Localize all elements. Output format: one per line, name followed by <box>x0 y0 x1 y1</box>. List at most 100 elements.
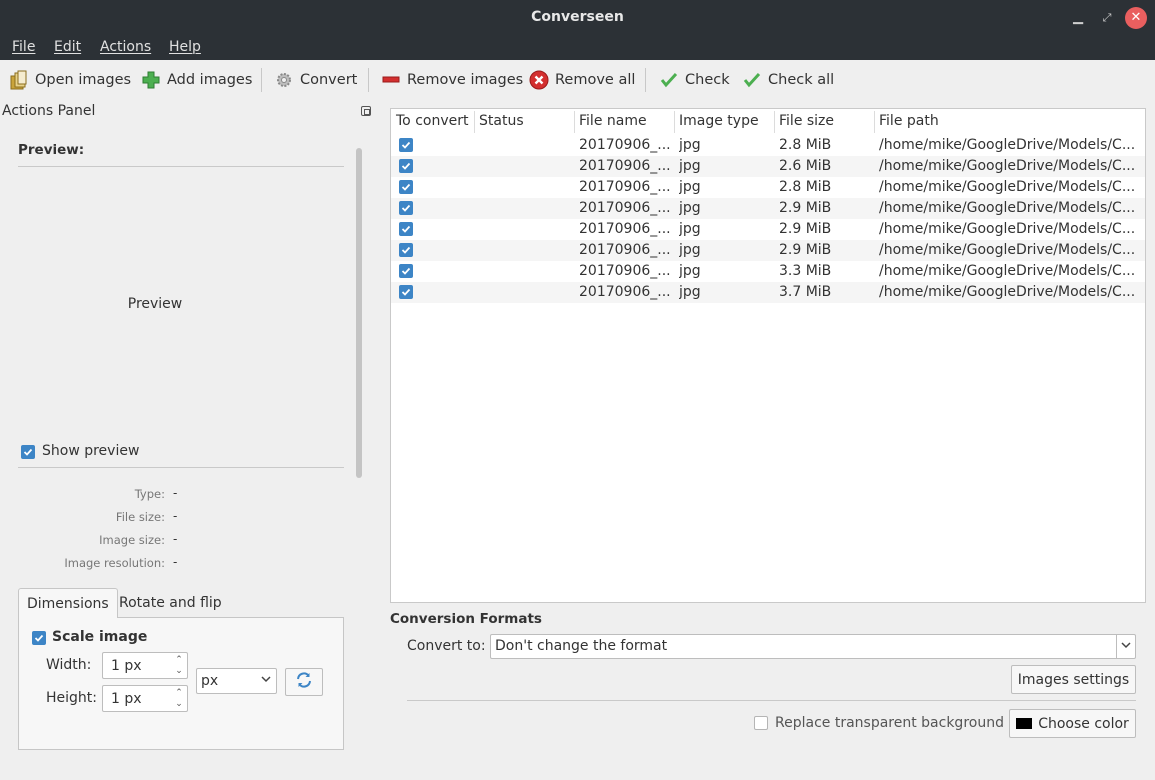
table-row[interactable]: 20170906_... jpg 2.6 MiB/home/mike/GoogleD… <box>391 156 1145 177</box>
replace-transparent-checkbox[interactable] <box>754 716 768 730</box>
open-images-button[interactable]: Open images <box>9 69 131 91</box>
file-path-cell: /home/mike/GoogleDrive/Models/C... <box>879 221 1136 237</box>
to-convert-checkbox[interactable] <box>399 159 413 173</box>
image-size-label: Image size: <box>99 533 165 547</box>
file-path-cell: /home/mike/GoogleDrive/Models/C... <box>879 263 1136 279</box>
table-row[interactable]: 20170906_... jpg 2.9 MiB/home/mike/GoogleD… <box>391 198 1145 219</box>
toolbar-separator <box>261 68 262 92</box>
convert-button[interactable]: Convert <box>274 69 357 91</box>
checkmark-icon <box>742 70 762 90</box>
convert-to-dropdown[interactable]: Don't change the format <box>490 634 1136 659</box>
menu-actions[interactable]: Actions <box>100 39 151 55</box>
divider <box>407 700 1136 701</box>
type-value: - <box>173 486 178 500</box>
to-convert-checkbox[interactable] <box>399 243 413 257</box>
menu-file[interactable]: File <box>12 39 35 55</box>
image-type-cell: jpg <box>679 179 701 195</box>
show-preview-label: Show preview <box>42 443 140 459</box>
spin-down-icon[interactable]: ⌄ <box>173 699 185 709</box>
add-images-label: Add images <box>167 72 253 88</box>
to-convert-checkbox[interactable] <box>399 264 413 278</box>
show-preview-checkbox[interactable] <box>21 445 35 459</box>
image-size-value: - <box>173 532 178 546</box>
convert-to-label: Convert to: <box>407 638 486 654</box>
table-row[interactable]: 20170906_... jpg 2.8 MiB/home/mike/GoogleD… <box>391 177 1145 198</box>
file-size-cell: 2.9 MiB <box>779 200 832 216</box>
column-divider <box>474 111 475 133</box>
image-type-cell: jpg <box>679 200 701 216</box>
replace-transparent-label: Replace transparent background <box>775 715 1004 731</box>
check-button[interactable]: Check <box>659 69 730 91</box>
table-row[interactable]: 20170906_... jpg 3.3 MiB/home/mike/GoogleD… <box>391 261 1145 282</box>
keep-aspect-button[interactable] <box>285 668 323 696</box>
column-image-type[interactable]: Image type <box>679 113 759 129</box>
file-name-cell: 20170906_... <box>579 158 671 174</box>
toolbar: Open images Add images Convert Remove im… <box>0 60 1155 100</box>
scale-image-checkbox[interactable] <box>32 631 46 645</box>
file-size-cell: 3.7 MiB <box>779 284 832 300</box>
width-value: 1 px <box>111 658 142 674</box>
image-resolution-label: Image resolution: <box>64 556 165 570</box>
table-row[interactable]: 20170906_... jpg 3.7 MiB/home/mike/GoogleD… <box>391 282 1145 303</box>
height-label: Height: <box>46 690 97 706</box>
maximize-icon[interactable]: ⤢ <box>1096 7 1118 29</box>
file-path-cell: /home/mike/GoogleDrive/Models/C... <box>879 179 1136 195</box>
table-row[interactable]: 20170906_... jpg 2.9 MiB/home/mike/GoogleD… <box>391 240 1145 261</box>
column-status[interactable]: Status <box>479 113 524 129</box>
file-size-cell: 2.9 MiB <box>779 221 832 237</box>
column-file-size[interactable]: File size <box>779 113 834 129</box>
to-convert-checkbox[interactable] <box>399 285 413 299</box>
panel-scrollbar-thumb[interactable] <box>356 148 362 478</box>
window-title: Converseen <box>531 9 624 25</box>
color-swatch <box>1016 718 1033 729</box>
table-row[interactable]: 20170906_... jpg 2.9 MiB/home/mike/GoogleD… <box>391 219 1145 240</box>
spin-down-icon[interactable]: ⌄ <box>173 666 185 676</box>
tab-rotate-and-flip[interactable]: Rotate and flip <box>111 588 230 618</box>
to-convert-checkbox[interactable] <box>399 222 413 236</box>
image-type-cell: jpg <box>679 263 701 279</box>
table-row[interactable]: 20170906_... jpg 2.8 MiB/home/mike/GoogleD… <box>391 135 1145 156</box>
column-file-path[interactable]: File path <box>879 113 939 129</box>
preview-heading: Preview: <box>18 142 85 158</box>
unit-value: px <box>201 673 219 689</box>
images-settings-button[interactable]: Images settings <box>1011 665 1136 694</box>
type-label: Type: <box>134 487 165 501</box>
spin-up-icon[interactable]: ⌃ <box>173 655 185 665</box>
close-icon[interactable]: ✕ <box>1125 7 1147 29</box>
file-path-cell: /home/mike/GoogleDrive/Models/C... <box>879 158 1136 174</box>
remove-all-icon <box>529 70 549 90</box>
remove-images-label: Remove images <box>407 72 524 88</box>
unit-dropdown[interactable]: px <box>196 668 277 694</box>
file-path-cell: /home/mike/GoogleDrive/Models/C... <box>879 200 1136 216</box>
check-all-label: Check all <box>768 72 835 88</box>
file-path-cell: /home/mike/GoogleDrive/Models/C... <box>879 242 1136 258</box>
spin-up-icon[interactable]: ⌃ <box>173 688 185 698</box>
tab-dimensions[interactable]: Dimensions <box>18 588 118 618</box>
to-convert-checkbox[interactable] <box>399 180 413 194</box>
undock-icon[interactable] <box>361 106 371 116</box>
width-spinbox[interactable]: 1 px ⌃ ⌄ <box>102 652 188 679</box>
minimize-icon[interactable]: ▁ <box>1067 7 1089 29</box>
menu-bar: File Edit Actions Help <box>0 36 1155 60</box>
image-type-cell: jpg <box>679 158 701 174</box>
height-spinbox[interactable]: 1 px ⌃ ⌄ <box>102 685 188 712</box>
column-divider <box>774 111 775 133</box>
remove-images-button[interactable]: Remove images <box>381 69 523 91</box>
choose-color-button[interactable]: Choose color <box>1009 709 1136 738</box>
check-all-button[interactable]: Check all <box>742 69 834 91</box>
file-size-cell: 2.6 MiB <box>779 158 832 174</box>
menu-edit[interactable]: Edit <box>54 39 81 55</box>
to-convert-checkbox[interactable] <box>399 201 413 215</box>
file-name-cell: 20170906_... <box>579 221 671 237</box>
add-images-button[interactable]: Add images <box>141 69 252 91</box>
menu-help[interactable]: Help <box>169 39 201 55</box>
width-label: Width: <box>46 657 92 673</box>
column-to-convert[interactable]: To convert <box>396 113 468 129</box>
to-convert-checkbox[interactable] <box>399 138 413 152</box>
chevron-down-icon <box>1120 638 1132 656</box>
file-size-cell: 3.3 MiB <box>779 263 832 279</box>
image-list-table[interactable]: To convert Status File name Image type F… <box>390 108 1146 603</box>
file-size-cell: 2.8 MiB <box>779 137 832 153</box>
column-file-name[interactable]: File name <box>579 113 647 129</box>
remove-all-button[interactable]: Remove all <box>529 69 635 91</box>
